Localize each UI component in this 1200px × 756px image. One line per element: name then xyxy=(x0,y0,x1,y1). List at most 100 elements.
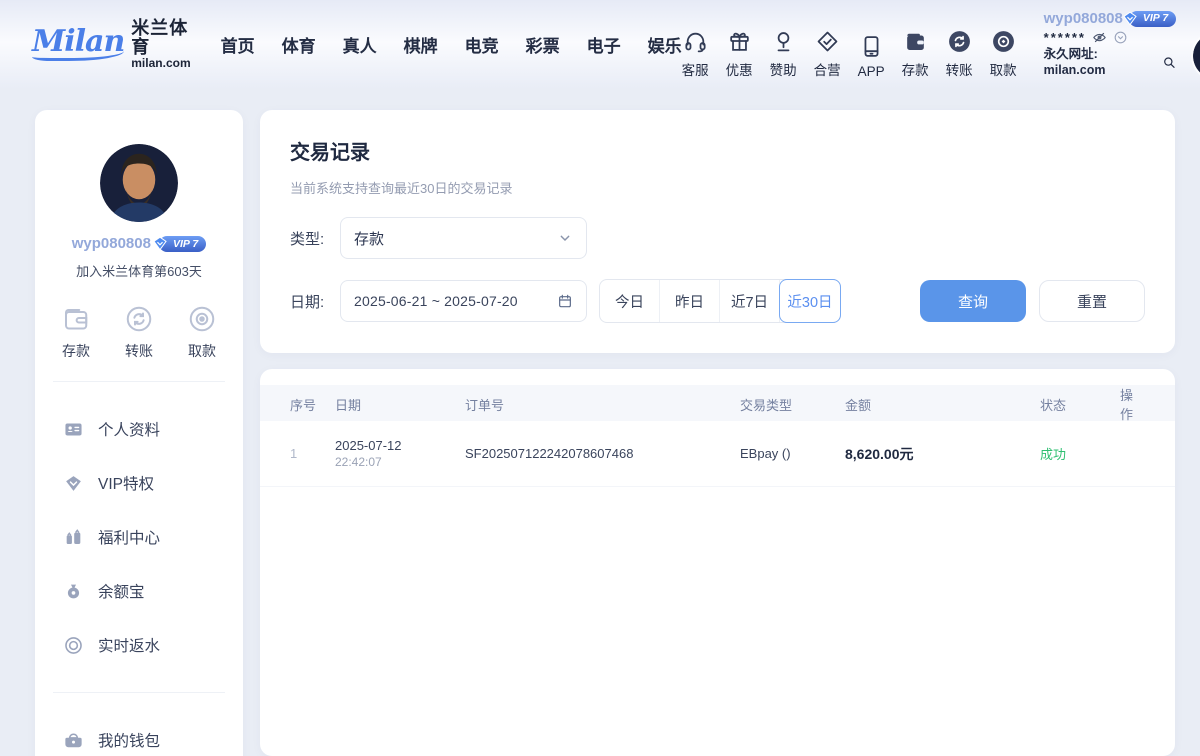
sidebar-item-label: 余额宝 xyxy=(98,580,145,602)
reset-button[interactable]: 重置 xyxy=(1039,280,1145,322)
chevron-circle-icon[interactable] xyxy=(1113,30,1128,45)
main-content: 交易记录 当前系统支持查询最近30日的交易记录 类型: 存款 日期: 2025-… xyxy=(260,110,1175,756)
col-status: 状态 xyxy=(1040,395,1120,414)
table-header: 序号 日期 订单号 交易类型 金额 状态 操作 xyxy=(260,385,1175,421)
shortcut-sponsor[interactable]: 赞助 xyxy=(770,29,797,79)
page-title: 交易记录 xyxy=(290,136,1145,165)
sidebar-item-profile[interactable]: 个人资料 xyxy=(47,402,231,456)
row-amount: 8,620.00元 xyxy=(845,444,1040,464)
sidebar-item-yuebao[interactable]: 余额宝 xyxy=(47,564,231,618)
shortcut-label: 合营 xyxy=(814,59,841,79)
type-filter-row: 类型: 存款 xyxy=(290,217,1145,259)
sidebar-item-label: 福利中心 xyxy=(98,526,160,548)
logo-cn-text: 米兰体育 xyxy=(131,19,190,57)
filter-actions: 查询 重置 xyxy=(920,280,1145,322)
vip-badge: VIP 7 xyxy=(1129,11,1176,27)
nav-item-slots[interactable]: 电子 xyxy=(587,32,621,57)
username-text: wyp080808 xyxy=(1044,10,1123,29)
sidebar-divider xyxy=(53,381,225,382)
page-subtitle: 当前系统支持查询最近30日的交易记录 xyxy=(290,178,1145,197)
sidebar-menu: 个人资料 VIP特权 福利中心 余额宝 实时返水 我的钱包 xyxy=(47,402,231,756)
vip-gem-icon xyxy=(63,473,84,494)
profile-vip-label: VIP 7 xyxy=(173,238,198,250)
sidebar-item-benefits[interactable]: 福利中心 xyxy=(47,510,231,564)
logo-domain-text: milan.com xyxy=(131,57,190,70)
range-today-button[interactable]: 今日 xyxy=(600,280,660,322)
shortcut-withdraw[interactable]: 取款 xyxy=(990,29,1017,79)
phone-icon xyxy=(859,34,884,59)
shortcut-transfer[interactable]: 转账 xyxy=(946,29,973,79)
shortcut-support[interactable]: 客服 xyxy=(682,29,709,79)
magnifier-icon[interactable] xyxy=(1162,55,1176,70)
medal-icon xyxy=(771,29,796,54)
quick-actions: 存款 转账 取款 xyxy=(47,304,231,361)
col-action: 操作 xyxy=(1120,385,1145,423)
nav-item-esports[interactable]: 电竞 xyxy=(465,32,499,57)
withdraw-outline-icon xyxy=(187,304,217,334)
table-row: 1 2025-07-12 22:42:07 SF2025071222420786… xyxy=(260,421,1175,487)
date-filter-row: 日期: 2025-06-21 ~ 2025-07-20 今日 昨日 近7日 近3… xyxy=(290,279,1145,323)
shortcut-label: 存款 xyxy=(902,59,929,79)
sidebar-item-vip[interactable]: VIP特权 xyxy=(47,456,231,510)
user-info-block[interactable]: wyp080808 VIP 7 ****** 永久网址: milan.com xyxy=(1044,10,1177,79)
transfer-outline-icon xyxy=(124,304,154,334)
nav-item-lottery[interactable]: 彩票 xyxy=(526,32,560,57)
headset-icon xyxy=(683,29,708,54)
id-card-icon xyxy=(63,419,84,440)
range-7days-button[interactable]: 近7日 xyxy=(720,280,780,322)
nav-item-home[interactable]: 首页 xyxy=(221,32,255,57)
date-label: 日期: xyxy=(290,291,340,312)
range-30days-button[interactable]: 近30日 xyxy=(779,279,841,323)
row-date-time: 22:42:07 xyxy=(335,455,465,469)
profile-section: wyp080808 VIP 7 加入米兰体育第603天 xyxy=(47,144,231,280)
type-select[interactable]: 存款 xyxy=(340,217,587,259)
nav-item-entertainment[interactable]: 娱乐 xyxy=(648,32,682,57)
nav-item-sports[interactable]: 体育 xyxy=(282,32,316,57)
shortcut-promotions[interactable]: 优惠 xyxy=(726,29,753,79)
range-yesterday-button[interactable]: 昨日 xyxy=(660,280,720,322)
site-logo[interactable]: Milan 米兰体育 milan.com xyxy=(32,19,191,69)
user-avatar[interactable] xyxy=(1193,33,1200,79)
quick-action-label: 存款 xyxy=(62,341,90,361)
profile-avatar[interactable] xyxy=(100,144,178,222)
shortcut-label: 客服 xyxy=(682,59,709,79)
shortcut-label: APP xyxy=(858,64,885,79)
quick-withdraw[interactable]: 取款 xyxy=(187,304,217,361)
quick-deposit[interactable]: 存款 xyxy=(61,304,91,361)
nav-item-board-games[interactable]: 棋牌 xyxy=(404,32,438,57)
search-button[interactable]: 查询 xyxy=(920,280,1026,322)
nav-item-live-casino[interactable]: 真人 xyxy=(343,32,377,57)
withdraw-icon xyxy=(991,29,1016,54)
sidebar-item-label: 我的钱包 xyxy=(98,729,160,751)
shortcut-partnership[interactable]: 合营 xyxy=(814,29,841,79)
page-body: wyp080808 VIP 7 加入米兰体育第603天 存款 转账 取款 xyxy=(0,88,1200,756)
type-select-value: 存款 xyxy=(354,228,384,249)
quick-transfer[interactable]: 转账 xyxy=(124,304,154,361)
chevron-down-icon xyxy=(557,230,573,246)
filter-card: 交易记录 当前系统支持查询最近30日的交易记录 类型: 存款 日期: 2025-… xyxy=(260,110,1175,353)
main-nav: 首页 体育 真人 棋牌 电竞 彩票 电子 娱乐 xyxy=(221,32,682,57)
vip-gem-icon xyxy=(151,235,169,253)
sidebar-divider xyxy=(53,692,225,693)
col-amount: 金额 xyxy=(845,395,1040,414)
quick-action-label: 取款 xyxy=(188,341,216,361)
shortcut-app[interactable]: APP xyxy=(858,34,885,79)
shortcut-deposit[interactable]: 存款 xyxy=(902,29,929,79)
sidebar-item-wallet[interactable]: 我的钱包 xyxy=(47,713,231,756)
sidebar-item-rebate[interactable]: 实时返水 xyxy=(47,618,231,672)
vip-gem-icon xyxy=(1121,10,1139,28)
date-range-value: 2025-06-21 ~ 2025-07-20 xyxy=(354,293,518,309)
top-bar-right: 客服 优惠 赞助 合营 APP 存款 转账 取款 xyxy=(682,10,1200,79)
eye-off-icon[interactable] xyxy=(1092,30,1107,45)
shortcut-label: 取款 xyxy=(990,59,1017,79)
sidebar: wyp080808 VIP 7 加入米兰体育第603天 存款 转账 取款 xyxy=(35,110,243,756)
sidebar-item-label: 个人资料 xyxy=(98,418,160,440)
profile-vip-badge: VIP 7 xyxy=(159,236,206,252)
vip-label: VIP 7 xyxy=(1143,12,1168,25)
date-range-input[interactable]: 2025-06-21 ~ 2025-07-20 xyxy=(340,280,587,322)
sidebar-item-label: VIP特权 xyxy=(98,472,154,494)
shortcut-label: 赞助 xyxy=(770,59,797,79)
joined-days-text: 加入米兰体育第603天 xyxy=(76,261,202,280)
shortcut-label: 优惠 xyxy=(726,59,753,79)
col-date: 日期 xyxy=(335,395,465,414)
